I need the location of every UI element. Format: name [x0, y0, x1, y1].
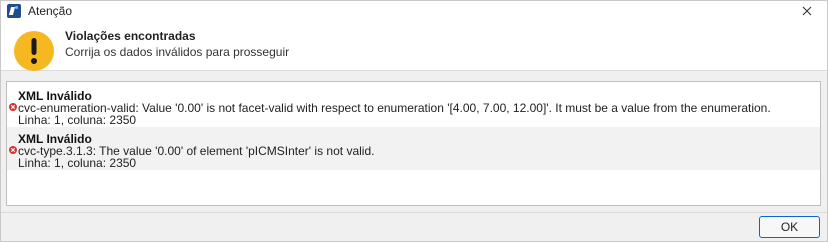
list-item[interactable]: XML Inválido cvc-type.3.1.3: The value '… — [7, 127, 820, 170]
ok-button[interactable]: OK — [759, 216, 820, 238]
dialog-header: Violações encontradas Corrija os dados i… — [1, 21, 827, 71]
warning-icon — [14, 31, 54, 71]
list-item[interactable]: XML Inválido cvc-enumeration-valid: Valu… — [7, 84, 820, 127]
dialog-heading: Violações encontradas — [65, 29, 196, 43]
error-icon — [9, 146, 17, 154]
window-title: Atenção — [28, 4, 73, 18]
dialog-window: Atenção Violações encontradas Corrija os… — [0, 0, 828, 242]
app-logo-icon — [7, 4, 21, 18]
title-bar[interactable]: Atenção — [1, 1, 827, 21]
close-icon — [802, 6, 812, 16]
violations-list[interactable]: XML Inválido cvc-enumeration-valid: Valu… — [6, 81, 821, 206]
dialog-subheading: Corrija os dados inválidos para prossegu… — [65, 45, 290, 59]
close-button[interactable] — [793, 1, 821, 21]
error-icon — [9, 103, 17, 111]
footer-divider — [1, 212, 827, 213]
error-location: Linha: 1, coluna: 2350 — [18, 113, 137, 127]
error-location: Linha: 1, coluna: 2350 — [18, 156, 137, 170]
